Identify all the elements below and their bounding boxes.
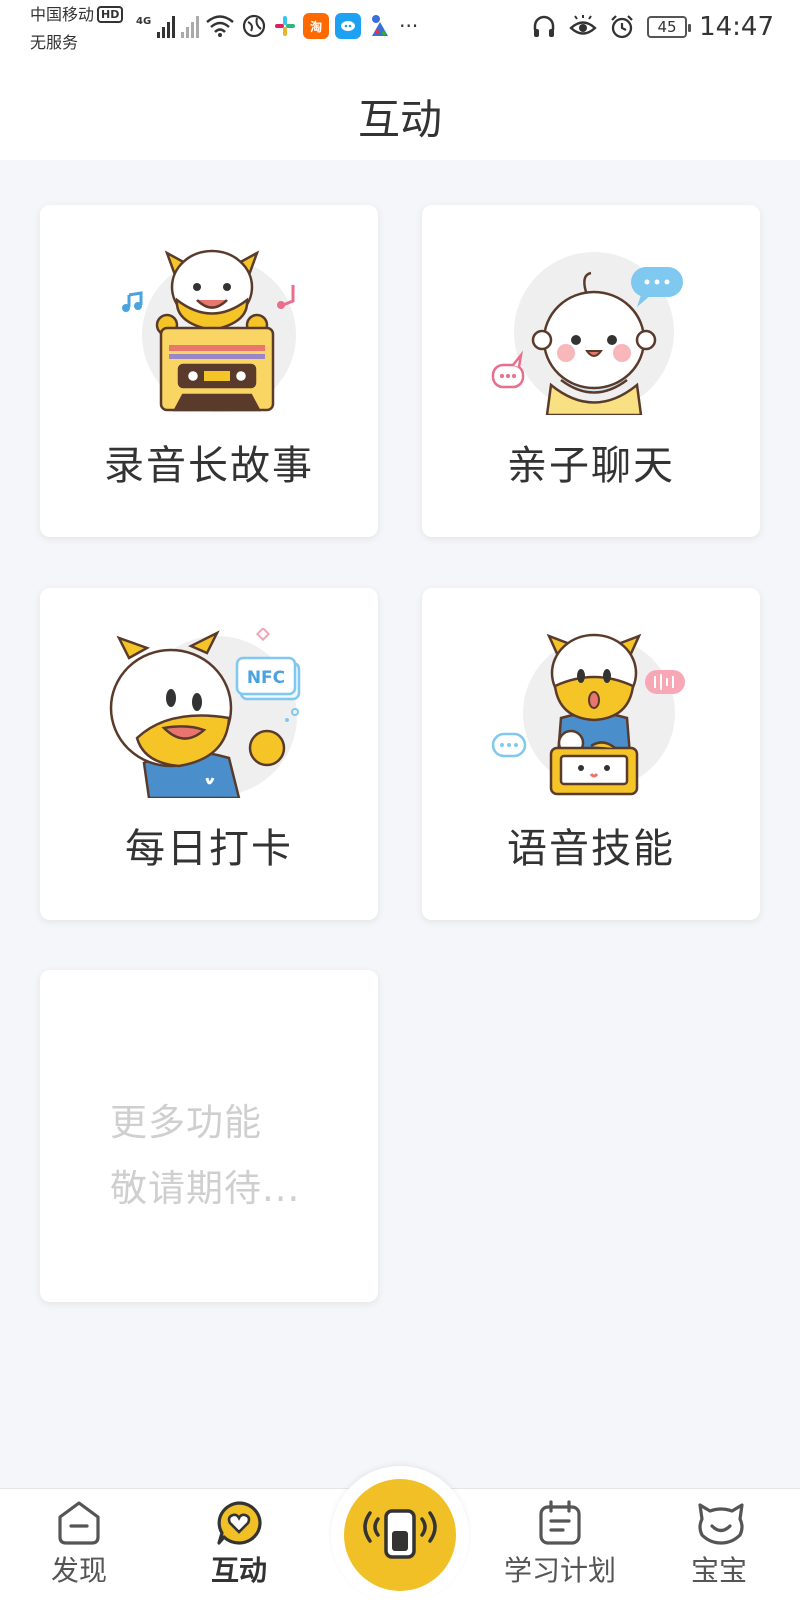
battery-icon: 45 bbox=[647, 16, 692, 38]
nav-label: 宝宝 bbox=[690, 1554, 747, 1587]
taobao-icon: 淘 bbox=[303, 13, 330, 39]
coming-soon-text: 敬请期待... bbox=[110, 1167, 301, 1210]
card-label: 录音长故事 bbox=[104, 443, 314, 489]
card-daily-checkin[interactable]: NFC 每日打卡 bbox=[40, 588, 378, 920]
nav-baby[interactable]: 宝宝 bbox=[659, 1489, 779, 1600]
calendar-plan-icon bbox=[539, 1500, 581, 1545]
nav-interact[interactable]: 互动 bbox=[179, 1489, 299, 1600]
center-device-button[interactable] bbox=[331, 1466, 469, 1600]
card-label: 亲子聊天 bbox=[507, 443, 675, 489]
nav-discover[interactable]: 发现 bbox=[19, 1489, 139, 1600]
more-notifications-icon: ··· bbox=[399, 14, 419, 38]
device-broadcast-icon bbox=[363, 1509, 437, 1559]
eye-comfort-icon bbox=[569, 15, 597, 35]
nav-label: 互动 bbox=[210, 1554, 267, 1587]
baby-chat-icon bbox=[491, 252, 683, 415]
app-blue-icon bbox=[335, 13, 362, 39]
wifi-icon bbox=[206, 15, 234, 37]
interact-heart-icon bbox=[217, 1501, 262, 1545]
nav-label: 发现 bbox=[50, 1554, 107, 1587]
card-record-story[interactable]: 录音长故事 bbox=[40, 205, 378, 537]
status-icons: 4G 淘 ··· bbox=[136, 10, 418, 42]
slack-icon bbox=[275, 16, 296, 36]
voice-skill-mascot-icon bbox=[491, 633, 685, 796]
page-header: 互动 bbox=[0, 56, 800, 160]
signal-none-icon bbox=[181, 14, 200, 38]
status-right: 45 14:47 bbox=[531, 10, 774, 44]
signal-icon bbox=[157, 14, 176, 38]
page-title: 互动 bbox=[357, 95, 442, 144]
clock: 14:47 bbox=[699, 12, 774, 42]
nav-study-plan[interactable]: 学习计划 bbox=[500, 1489, 620, 1600]
nav-label: 学习计划 bbox=[503, 1554, 616, 1587]
nfc-checkin-mascot-icon: NFC bbox=[109, 628, 301, 798]
hd-badge: HD bbox=[97, 6, 124, 23]
carrier-status: 无服务 bbox=[30, 33, 79, 52]
baby-face-icon bbox=[698, 1503, 744, 1545]
center-button-core bbox=[344, 1479, 456, 1591]
card-label: 语音技能 bbox=[507, 826, 675, 872]
alarm-icon bbox=[611, 15, 633, 39]
svg-text:NFC: NFC bbox=[247, 668, 285, 688]
more-features-text: 更多功能 bbox=[110, 1101, 262, 1144]
card-parent-chat[interactable]: 亲子聊天 bbox=[422, 205, 760, 537]
headphones-icon bbox=[533, 15, 555, 37]
cassette-tape-mascot-icon bbox=[122, 249, 296, 412]
card-more-coming-soon: 更多功能 敬请期待... bbox=[40, 970, 378, 1302]
network-type-label: 4G bbox=[136, 15, 152, 27]
discover-icon bbox=[58, 1501, 100, 1545]
status-bar: 中国移动 HD 无服务 4G 淘 ··· 45 14:47 bbox=[0, 0, 800, 56]
carrier-name: 中国移动 HD bbox=[30, 4, 124, 26]
app-game-icon bbox=[367, 13, 394, 39]
globe-icon bbox=[243, 14, 266, 38]
card-label: 每日打卡 bbox=[125, 826, 293, 872]
card-voice-skills[interactable]: 语音技能 bbox=[422, 588, 760, 920]
